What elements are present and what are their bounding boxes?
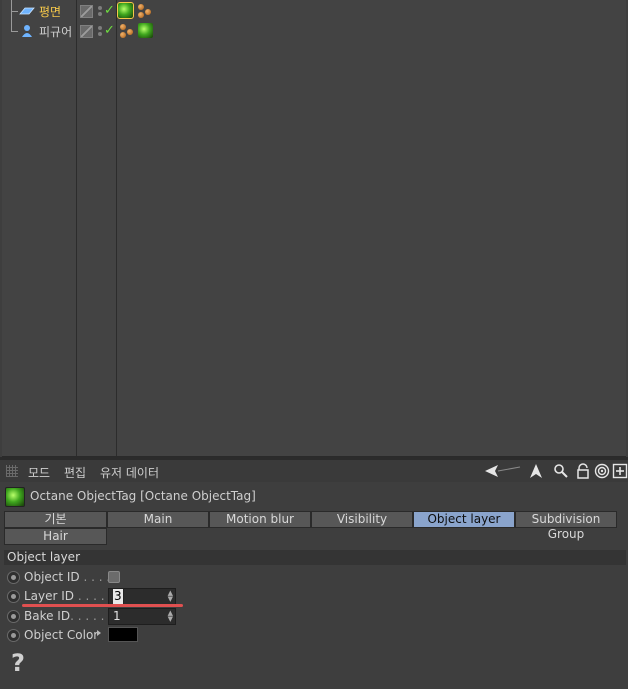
layer-id-value[interactable]: 3 [113, 589, 124, 604]
tab-motion-blur[interactable]: Motion blur [209, 511, 311, 528]
section-title: Object layer [7, 550, 81, 564]
animate-radio-icon[interactable] [7, 571, 20, 584]
layer-id-input[interactable]: 3 ▲ ▼ [108, 588, 176, 605]
material-tag-icon[interactable] [119, 23, 135, 39]
octane-tag-icon [5, 487, 25, 507]
new-panel-icon[interactable] [612, 463, 628, 479]
tab-hair[interactable]: Hair [4, 528, 107, 545]
target-icon[interactable] [594, 463, 610, 479]
property-label: Bake ID. . . . . . . [24, 609, 120, 623]
column-divider[interactable] [116, 0, 117, 456]
pointer-arrow-icon[interactable] [528, 463, 544, 479]
back-arrow-icon[interactable] [484, 463, 522, 479]
attribute-menubar: 모드 편집 유저 데이터 [0, 460, 628, 482]
octane-tag-icon[interactable] [138, 23, 153, 38]
property-label: Object ID . . . . . [24, 570, 118, 584]
layer-toggle-icon[interactable] [80, 5, 93, 18]
bake-id-value[interactable]: 1 [113, 609, 121, 624]
figure-object-icon [22, 25, 32, 37]
attribute-title: Octane ObjectTag [Octane ObjectTag] [30, 489, 256, 503]
plane-object-icon [19, 7, 35, 15]
menu-edit[interactable]: 편집 [64, 464, 86, 481]
property-object-id: Object ID . . . . . [0, 568, 628, 587]
label-text: Object ID [24, 570, 80, 584]
property-bake-id: Bake ID. . . . . . . 1 ▲ ▼ [0, 607, 628, 626]
bake-id-input[interactable]: 1 ▲ ▼ [108, 608, 176, 625]
enabled-check-icon[interactable]: ✓ [104, 3, 115, 18]
attribute-title-bar: Octane ObjectTag [Octane ObjectTag] [0, 484, 628, 508]
object-id-checkbox[interactable] [108, 571, 120, 583]
animate-radio-icon[interactable] [7, 590, 20, 603]
object-name[interactable]: 피규어 [39, 23, 72, 40]
menu-user-data[interactable]: 유저 데이터 [100, 464, 159, 481]
tab-object-layer[interactable]: Object layer [413, 511, 515, 528]
animate-radio-icon[interactable] [7, 629, 20, 642]
panel-grip-icon[interactable] [6, 465, 18, 477]
stepper-arrows-icon[interactable]: ▲ ▼ [168, 590, 173, 603]
octane-tag-icon[interactable] [117, 2, 134, 19]
lock-icon[interactable] [575, 463, 591, 479]
object-name[interactable]: 평면 [39, 3, 61, 20]
help-icon[interactable]: ? [11, 649, 25, 677]
object-row-figure[interactable]: 피규어 ✓ [2, 21, 626, 41]
material-tag-icon[interactable] [137, 3, 153, 19]
property-label: Object Color [24, 628, 99, 642]
property-label: Layer ID . . . . . . [24, 589, 120, 603]
expand-arrow-icon[interactable] [97, 630, 101, 636]
object-row-plane[interactable]: 평면 ✓ [2, 1, 626, 21]
section-header: Object layer [4, 550, 626, 565]
column-divider[interactable] [76, 0, 77, 456]
menu-mode[interactable]: 모드 [28, 464, 50, 481]
label-text: Layer ID [24, 589, 75, 603]
layer-toggle-icon[interactable] [80, 25, 93, 38]
animate-radio-icon[interactable] [7, 610, 20, 623]
tab-visibility[interactable]: Visibility [311, 511, 413, 528]
tab-main[interactable]: Main [107, 511, 209, 528]
tab-basic[interactable]: 기본 [4, 511, 107, 528]
object-manager: 평면 ✓ 피규어 ✓ [2, 0, 626, 457]
object-color-swatch[interactable] [108, 627, 138, 642]
search-icon[interactable] [553, 463, 569, 479]
stepper-arrows-icon[interactable]: ▲ ▼ [168, 610, 173, 623]
enabled-check-icon[interactable]: ✓ [104, 23, 115, 38]
tab-subdivision-group[interactable]: Subdivision Group [515, 511, 617, 541]
property-object-color: Object Color [0, 626, 628, 645]
label-text: Bake ID [24, 609, 71, 623]
